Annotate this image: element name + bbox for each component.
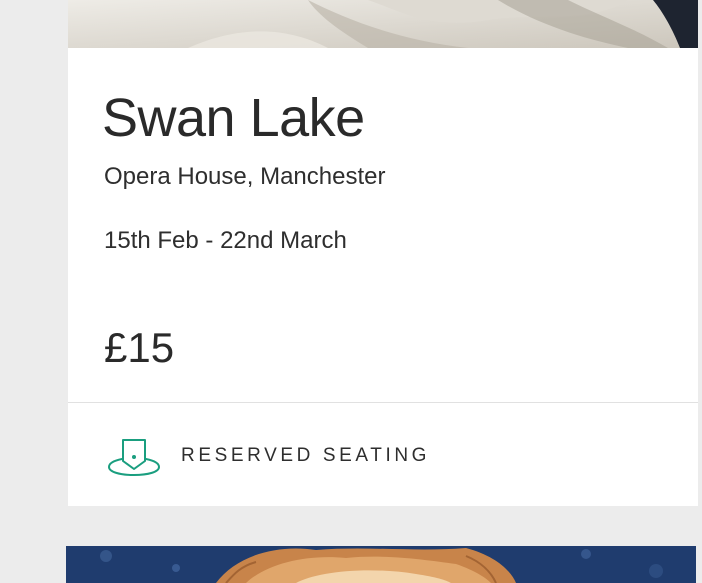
next-event-card-image[interactable] bbox=[66, 546, 696, 583]
reserved-seat-icon bbox=[108, 439, 160, 477]
event-hero-image[interactable] bbox=[68, 0, 698, 48]
event-dates: 15th Feb - 22nd March bbox=[104, 227, 347, 254]
next-event-photo bbox=[66, 546, 696, 583]
hero-photo bbox=[68, 0, 698, 48]
reserved-seating-label: RESERVED SEATING bbox=[181, 445, 431, 466]
event-title: Swan Lake bbox=[102, 88, 365, 148]
event-card[interactable]: Swan Lake Opera House, Manchester 15th F… bbox=[68, 0, 698, 506]
reserved-seating-row: RESERVED SEATING bbox=[68, 403, 698, 506]
event-venue: Opera House, Manchester bbox=[104, 163, 386, 190]
event-price: £15 bbox=[104, 324, 175, 371]
